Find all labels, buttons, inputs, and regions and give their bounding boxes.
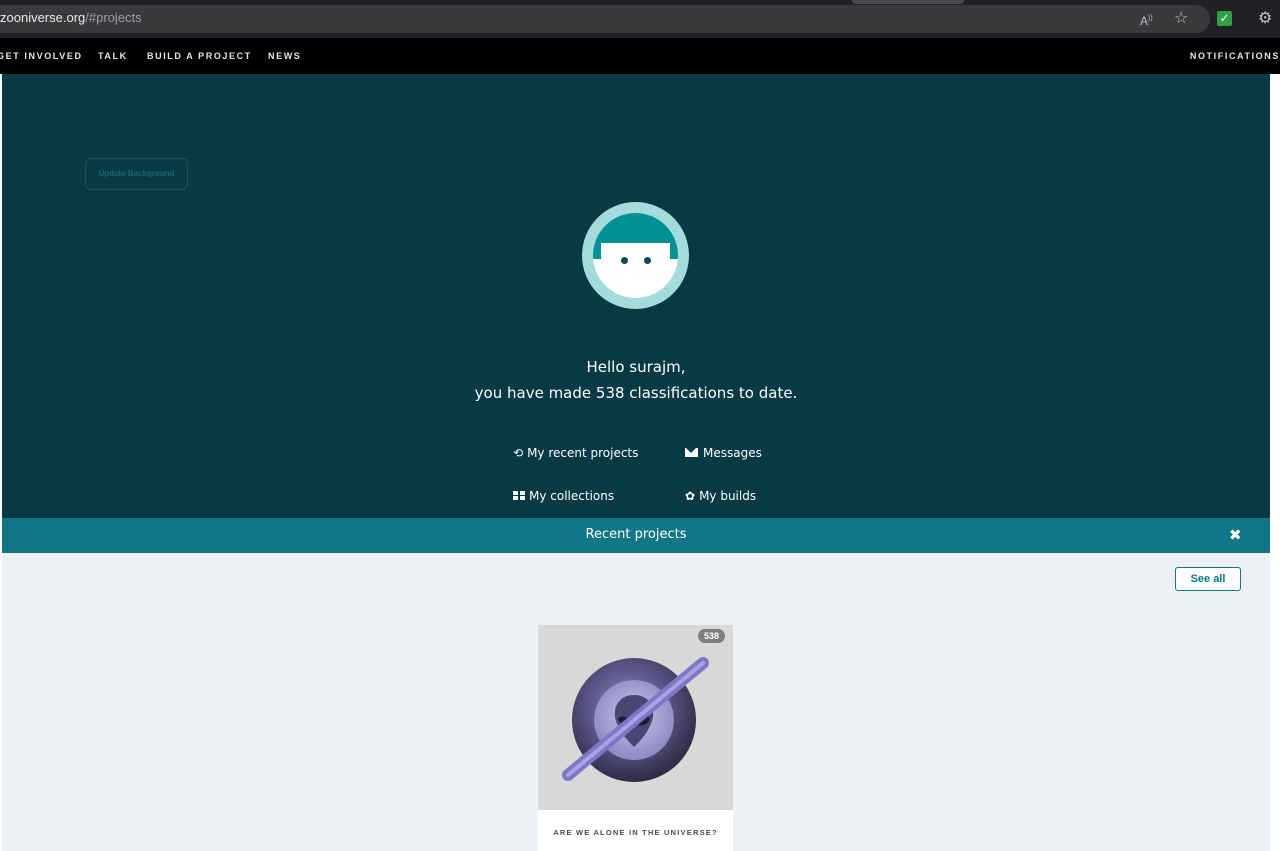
alien-planet-logo-icon [562,657,709,782]
avatar-smile [601,243,670,289]
nav-talk[interactable]: TALK [98,51,128,61]
classification-count-badge: 538 [698,629,726,643]
avatar-left-eye [621,257,628,264]
my-builds-label: My builds [699,489,757,503]
browser-toolbar: zooniverse.org/#projects A)) ☆ ✓ ⚙ [0,0,1280,38]
avatar-right-eye [644,257,651,264]
browser-tab-edge[interactable] [852,0,964,4]
my-recent-projects-link[interactable]: ⟲ My recent projects [513,446,638,460]
close-icon[interactable]: ✖ [1229,526,1242,544]
url-host: zooniverse.org [0,10,86,25]
site-navigation: GET INVOLVED TALK BUILD A PROJECT NEWS N… [0,38,1280,74]
project-card-title[interactable]: ARE WE ALONE IN THE UNIVERSE? [538,828,733,838]
grid-icon [513,491,525,500]
my-builds-link[interactable]: ✿ My builds [685,489,756,503]
my-collections-link[interactable]: My collections [513,489,614,503]
cog-icon: ✿ [685,489,696,503]
recent-projects-title: Recent projects [585,527,687,542]
url-path: /#projects [85,10,142,25]
project-card[interactable]: 538 ARE WE ALONE IN THE UNIVERSE? [538,625,733,851]
see-all-button[interactable]: See all [1175,567,1241,591]
my-recent-projects-label: My recent projects [527,446,639,460]
nav-news[interactable]: NEWS [268,51,301,61]
avatar-face-icon [593,213,678,298]
read-aloud-icon[interactable]: A)) [1140,9,1153,31]
greeting: Hello surajm, you have made 538 classifi… [2,354,1270,406]
nav-notifications[interactable]: NOTIFICATIONS [1190,51,1280,61]
recent-projects-panel: See all 538 ARE WE ALONE IN THE UNIVERSE… [2,553,1270,851]
address-bar-url[interactable]: zooniverse.org/#projects [0,10,142,25]
history-icon: ⟲ [513,446,524,460]
nav-get-involved[interactable]: GET INVOLVED [0,51,83,61]
messages-label: Messages [703,446,762,460]
address-bar[interactable]: zooniverse.org/#projects [0,5,1210,33]
messages-link[interactable]: Messages [685,446,762,460]
envelope-icon [685,448,698,457]
profile-hero: Update Background Hello surajm, you have… [2,74,1270,518]
my-collections-label: My collections [529,489,615,503]
extensions-icon[interactable]: ⚙ [1258,9,1272,29]
avatar[interactable] [582,202,689,309]
greeting-name: Hello surajm, [586,358,686,376]
favorite-star-icon[interactable]: ☆ [1174,9,1188,29]
recent-projects-bar: Recent projects ✖ [2,518,1270,553]
nav-build-a-project[interactable]: BUILD A PROJECT [147,51,252,61]
extension-check-icon[interactable]: ✓ [1217,11,1232,26]
update-background-button[interactable]: Update Background [85,158,188,190]
project-card-image[interactable]: 538 [538,625,733,810]
greeting-classifications: you have made 538 classifications to dat… [474,384,798,402]
